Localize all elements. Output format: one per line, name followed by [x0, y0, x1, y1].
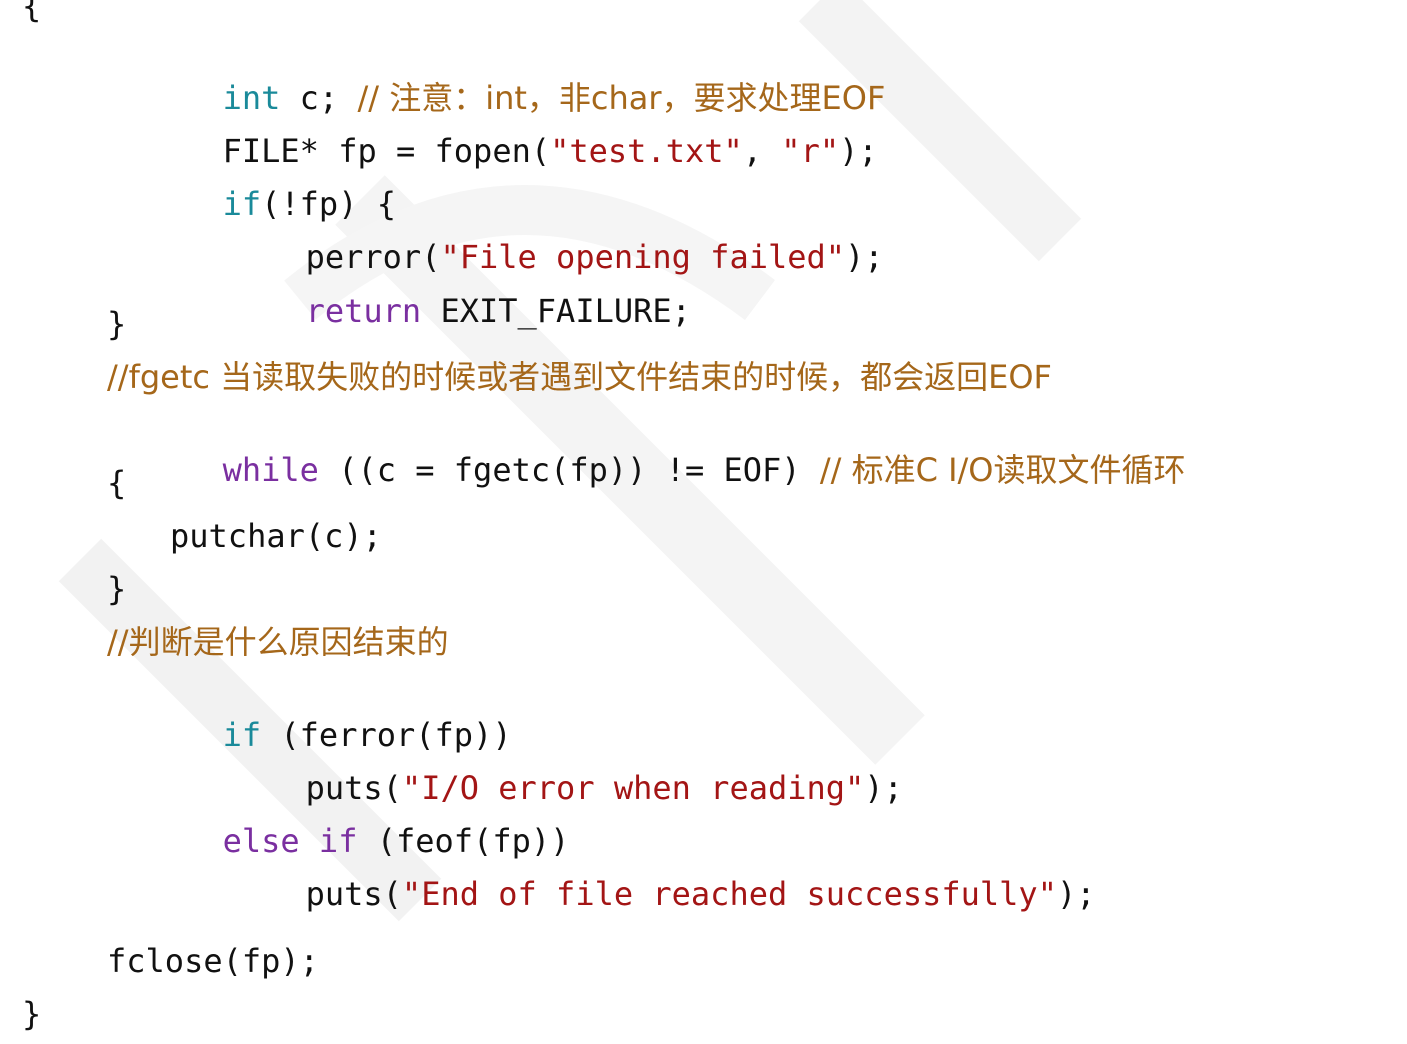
- code-line-2: FILE* fp = fopen("test.txt", "r");: [107, 91, 878, 170]
- code-text: ((c = fgetc(fp)) != EOF): [318, 451, 820, 489]
- code-text: ,: [742, 132, 782, 170]
- string-literal: "r": [781, 132, 840, 170]
- keyword-return: return: [305, 292, 422, 330]
- code-line-9: {: [107, 464, 127, 502]
- code-line-6: }: [107, 305, 127, 343]
- code-comment-line-12: //判断是什么原因结束的: [107, 623, 449, 661]
- code-line-5: return EXIT_FAILURE;: [190, 251, 691, 330]
- string-literal: "test.txt": [550, 132, 743, 170]
- code-line-11: }: [107, 570, 127, 608]
- code-line-3: if(!fp) {: [107, 144, 396, 223]
- keyword-while: while: [222, 451, 319, 489]
- code-text: );: [1056, 875, 1096, 913]
- code-line-4: perror("File opening failed");: [190, 197, 884, 276]
- code-line-close-brace: }: [22, 995, 42, 1033]
- code-line-15: else if (feof(fp)): [107, 781, 570, 860]
- code-text: );: [839, 132, 878, 170]
- code-line-10: putchar(c);: [170, 517, 382, 555]
- code-comment: // 标准C I/O读取文件循环: [819, 451, 1186, 489]
- code-screenshot: { int c; // 注意：int，非char，要求处理EOF FILE* f…: [0, 0, 1407, 1044]
- code-line-1: int c; // 注意：int，非char，要求处理EOF: [107, 38, 886, 117]
- code-block: { int c; // 注意：int，非char，要求处理EOF FILE* f…: [0, 0, 1407, 1044]
- code-line-17: fclose(fp);: [107, 942, 319, 980]
- code-text: puts(: [305, 875, 402, 913]
- code-line-16: puts("End of file reached successfully")…: [190, 834, 1096, 913]
- string-literal: "End of file reached successfully": [401, 875, 1057, 913]
- code-line-open-brace: {: [22, 0, 42, 25]
- code-line-13: if (ferror(fp)): [107, 675, 512, 754]
- code-comment-line-7: //fgetc 当读取失败的时候或者遇到文件结束的时候，都会返回EOF: [107, 358, 1052, 396]
- code-line-14: puts("I/O error when reading");: [190, 728, 903, 807]
- code-line-8: while ((c = fgetc(fp)) != EOF) // 标准C I/…: [107, 410, 1186, 489]
- code-text: );: [864, 769, 903, 807]
- code-text: );: [845, 238, 884, 276]
- code-text: EXIT_FAILURE;: [421, 292, 691, 330]
